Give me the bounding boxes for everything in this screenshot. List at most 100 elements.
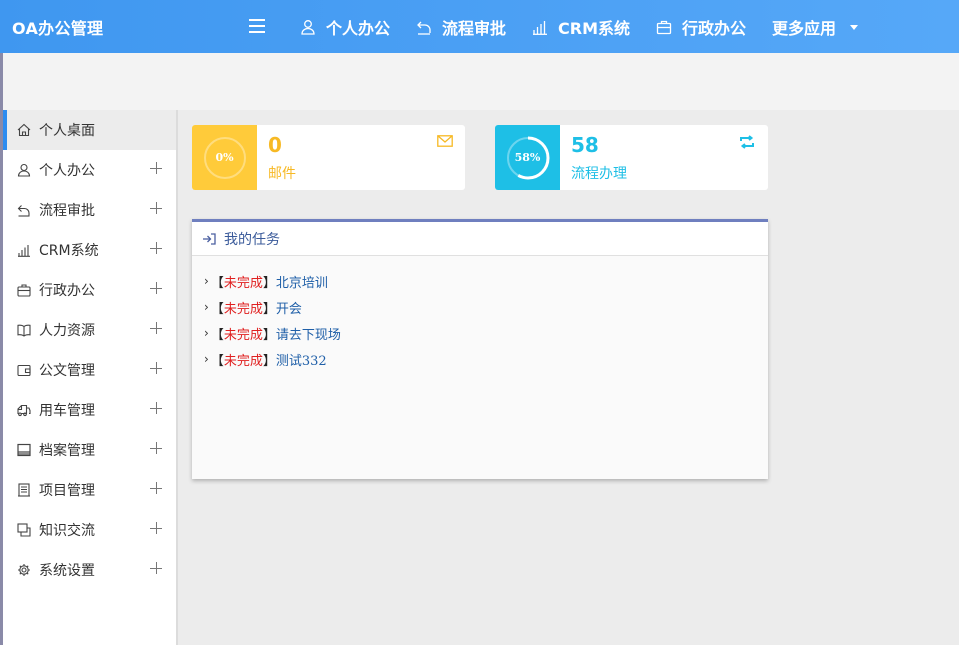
sidebar-item-documents[interactable]: 公文管理 bbox=[3, 350, 176, 390]
share-icon bbox=[417, 21, 431, 35]
sidebar-item-label: 公文管理 bbox=[39, 363, 95, 379]
mail-label: 邮件 bbox=[268, 166, 296, 182]
task-status: 未完成 bbox=[223, 301, 263, 317]
sidebar-item-label: 用车管理 bbox=[39, 403, 95, 419]
nav-workflow[interactable]: 流程审批 bbox=[416, 15, 506, 39]
expand-plus-icon[interactable] bbox=[150, 282, 162, 294]
bracket-open: 【 bbox=[210, 327, 224, 343]
expand-plus-icon[interactable] bbox=[150, 442, 162, 454]
task-list: › 【未完成】北京培训 › 【未完成】开会 › 【未完成】请去下现场 › 【未完… bbox=[192, 256, 768, 372]
truck-icon bbox=[17, 403, 31, 417]
sign-in-icon bbox=[203, 232, 216, 245]
tasks-panel-header: 我的任务 bbox=[192, 222, 768, 256]
bar-chart-icon bbox=[17, 243, 31, 257]
briefcase-icon bbox=[17, 283, 31, 297]
sidebar-item-label: 人力资源 bbox=[39, 323, 95, 339]
nav-more-apps[interactable]: 更多应用 bbox=[772, 15, 859, 39]
flow-progress-percent: 58% bbox=[514, 151, 541, 164]
mail-progress-percent: 0% bbox=[215, 151, 234, 164]
chevron-right-icon: › bbox=[204, 352, 209, 366]
sidebar-item-label: 档案管理 bbox=[39, 443, 95, 459]
my-tasks-panel: 我的任务 › 【未完成】北京培训 › 【未完成】开会 › 【未完成】请去下现场 … bbox=[192, 219, 768, 479]
sidebar-item-desktop[interactable]: 个人桌面 bbox=[3, 110, 176, 150]
task-item[interactable]: › 【未完成】开会 bbox=[204, 294, 768, 320]
expand-plus-icon[interactable] bbox=[150, 482, 162, 494]
chevron-right-icon: › bbox=[204, 300, 209, 314]
bracket-open: 【 bbox=[210, 301, 224, 317]
bracket-open: 【 bbox=[210, 353, 224, 369]
share-icon bbox=[17, 203, 31, 217]
expand-plus-icon[interactable] bbox=[150, 522, 162, 534]
task-item[interactable]: › 【未完成】请去下现场 bbox=[204, 320, 768, 346]
sidebar-item-knowledge[interactable]: 知识交流 bbox=[3, 510, 176, 550]
caret-down-icon bbox=[850, 25, 859, 30]
briefcase-icon bbox=[656, 20, 672, 34]
nav-label: 行政办公 bbox=[682, 18, 747, 38]
flow-label: 流程办理 bbox=[571, 166, 627, 182]
expand-plus-icon[interactable] bbox=[150, 162, 162, 174]
nav-personal-office[interactable]: 个人办公 bbox=[300, 15, 390, 39]
task-item[interactable]: › 【未完成】北京培训 bbox=[204, 268, 768, 294]
expand-plus-icon[interactable] bbox=[150, 242, 162, 254]
bracket-close: 】 bbox=[262, 301, 276, 317]
sidebar-item-label: 个人办公 bbox=[39, 163, 95, 179]
sidebar-item-label: 行政办公 bbox=[39, 283, 95, 299]
subheader-strip bbox=[0, 53, 959, 110]
sidebar-item-crm[interactable]: CRM系统 bbox=[3, 230, 176, 270]
expand-plus-icon[interactable] bbox=[150, 402, 162, 414]
sidebar-item-label: 项目管理 bbox=[39, 483, 95, 499]
book-icon bbox=[17, 323, 31, 337]
tasks-panel-title: 我的任务 bbox=[224, 231, 280, 248]
task-status: 未完成 bbox=[223, 327, 263, 343]
sidebar-item-personal-office[interactable]: 个人办公 bbox=[3, 150, 176, 190]
bracket-close: 】 bbox=[262, 353, 276, 369]
sidebar-item-label: 系统设置 bbox=[39, 563, 95, 579]
task-name-link[interactable]: 开会 bbox=[276, 298, 302, 317]
menu-toggle-icon[interactable] bbox=[249, 19, 265, 33]
bar-chart-icon bbox=[533, 20, 548, 35]
list-icon bbox=[17, 483, 31, 497]
user-icon bbox=[301, 19, 315, 35]
workflow-stat-card[interactable]: 58% 58 流程办理 bbox=[495, 125, 768, 190]
nav-crm[interactable]: CRM系统 bbox=[532, 15, 630, 39]
top-navbar: OA办公管理 个人办公 流程审批 CRM系统 行政办公 更多应用 bbox=[0, 0, 959, 53]
expand-plus-icon[interactable] bbox=[150, 362, 162, 374]
nav-label: 个人办公 bbox=[326, 18, 391, 38]
task-status: 未完成 bbox=[223, 275, 263, 291]
expand-plus-icon[interactable] bbox=[150, 202, 162, 214]
nav-admin-office[interactable]: 行政办公 bbox=[656, 15, 746, 39]
chevron-right-icon: › bbox=[204, 274, 209, 288]
sidebar-item-admin-office[interactable]: 行政办公 bbox=[3, 270, 176, 310]
task-status: 未完成 bbox=[223, 353, 263, 369]
copy-icon bbox=[17, 523, 31, 537]
nav-label: 更多应用 bbox=[772, 18, 837, 38]
flow-count: 58 bbox=[571, 133, 599, 157]
envelope-icon[interactable] bbox=[437, 135, 453, 147]
chevron-right-icon: › bbox=[204, 326, 209, 340]
sidebar-item-label: 个人桌面 bbox=[39, 123, 95, 139]
bracket-close: 】 bbox=[262, 327, 276, 343]
mail-stat-card[interactable]: 0% 0 邮件 bbox=[192, 125, 465, 190]
task-name-link[interactable]: 测试332 bbox=[276, 350, 327, 369]
sidebar: 个人桌面 个人办公 流程审批 CRM系统 行政办公 人力资源 公文管理 用车管理… bbox=[0, 110, 178, 645]
sidebar-item-settings[interactable]: 系统设置 bbox=[3, 550, 176, 590]
retweet-icon[interactable] bbox=[738, 135, 756, 149]
sidebar-item-projects[interactable]: 项目管理 bbox=[3, 470, 176, 510]
sidebar-item-workflow[interactable]: 流程审批 bbox=[3, 190, 176, 230]
expand-plus-icon[interactable] bbox=[150, 562, 162, 574]
sidebar-item-hr[interactable]: 人力资源 bbox=[3, 310, 176, 350]
mail-count: 0 bbox=[268, 133, 282, 157]
expand-plus-icon[interactable] bbox=[150, 322, 162, 334]
sidebar-item-vehicles[interactable]: 用车管理 bbox=[3, 390, 176, 430]
archive-icon bbox=[17, 443, 31, 457]
top-nav: 个人办公 流程审批 CRM系统 行政办公 更多应用 bbox=[300, 0, 884, 53]
gear-icon bbox=[17, 563, 31, 577]
nav-label: CRM系统 bbox=[558, 18, 631, 38]
task-name-link[interactable]: 请去下现场 bbox=[276, 324, 341, 343]
sidebar-item-archives[interactable]: 档案管理 bbox=[3, 430, 176, 470]
task-name-link[interactable]: 北京培训 bbox=[276, 272, 328, 291]
brand-title[interactable]: OA办公管理 bbox=[12, 15, 103, 39]
task-item[interactable]: › 【未完成】测试332 bbox=[204, 346, 768, 372]
user-icon bbox=[17, 163, 31, 177]
bracket-close: 】 bbox=[262, 275, 276, 291]
